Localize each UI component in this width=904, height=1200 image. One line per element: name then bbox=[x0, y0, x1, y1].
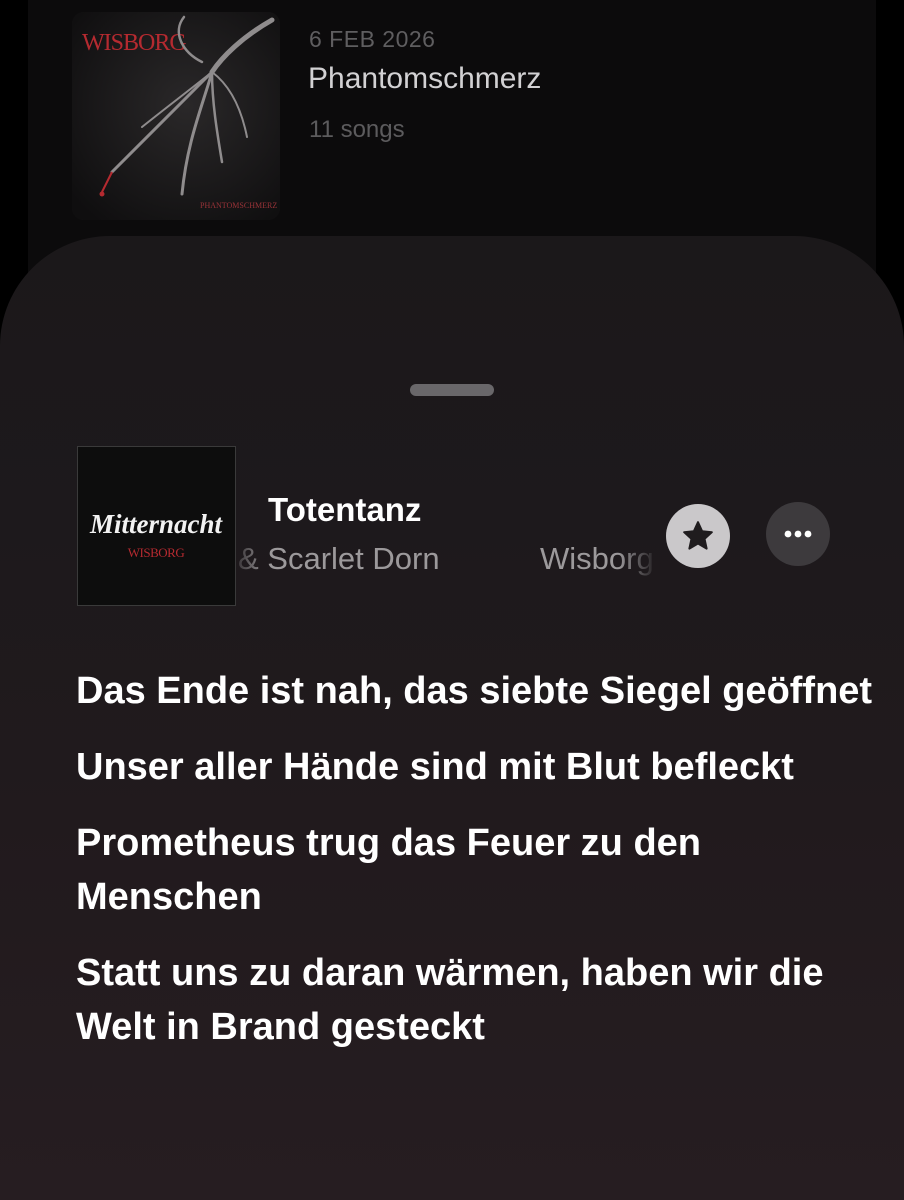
cover-caption: PHANTOMSCHMERZ bbox=[200, 201, 277, 210]
star-icon bbox=[683, 521, 713, 550]
lyric-line[interactable]: Statt uns zu daran wärmen, haben wir die… bbox=[76, 946, 876, 1054]
cover-logo: WISBORG bbox=[128, 545, 185, 560]
release-date: 6 FEB 2026 bbox=[309, 26, 436, 52]
release-song-count: 11 songs bbox=[309, 116, 405, 143]
cover-logo: WISBORG bbox=[82, 30, 186, 56]
more-options-button[interactable] bbox=[766, 502, 830, 566]
lyric-line[interactable]: Prometheus trug das Feuer zu den Mensche… bbox=[76, 816, 876, 924]
app-screen: WISBORG PHANTOMSCHMERZ 6 FEB 2026 Phanto… bbox=[0, 0, 904, 1200]
track-artist-segment: Wisborg bbox=[540, 541, 654, 576]
phantomschmerz-cover: WISBORG PHANTOMSCHMERZ bbox=[72, 12, 280, 220]
lyrics-container: Das Ende ist nah, das siebte Siegel geöf… bbox=[76, 664, 876, 1076]
track-artist-marquee: & Scarlet Dorn Wisborg bbox=[238, 539, 658, 583]
lyric-line[interactable]: Das Ende ist nah, das siebte Siegel geöf… bbox=[76, 664, 876, 718]
sheet-grabber[interactable] bbox=[410, 384, 494, 396]
cover-title: Mitternacht bbox=[89, 509, 224, 539]
lyric-line[interactable]: Unser aller Hände sind mit Blut befleckt bbox=[76, 740, 876, 794]
release-title: Phantomschmerz bbox=[308, 62, 542, 95]
release-artwork[interactable]: WISBORG PHANTOMSCHMERZ bbox=[72, 12, 280, 220]
track-title: Totentanz bbox=[268, 491, 422, 528]
ellipsis-icon bbox=[784, 530, 812, 538]
track-artwork[interactable]: Mitternacht WISBORG bbox=[77, 446, 236, 606]
mitternacht-cover: Mitternacht WISBORG bbox=[78, 447, 235, 605]
favorite-button[interactable] bbox=[666, 504, 730, 568]
track-artist-segment: & Scarlet Dorn bbox=[238, 541, 440, 576]
now-playing-sheet: Mitternacht WISBORG Totentanz & Scarlet … bbox=[0, 236, 904, 1200]
